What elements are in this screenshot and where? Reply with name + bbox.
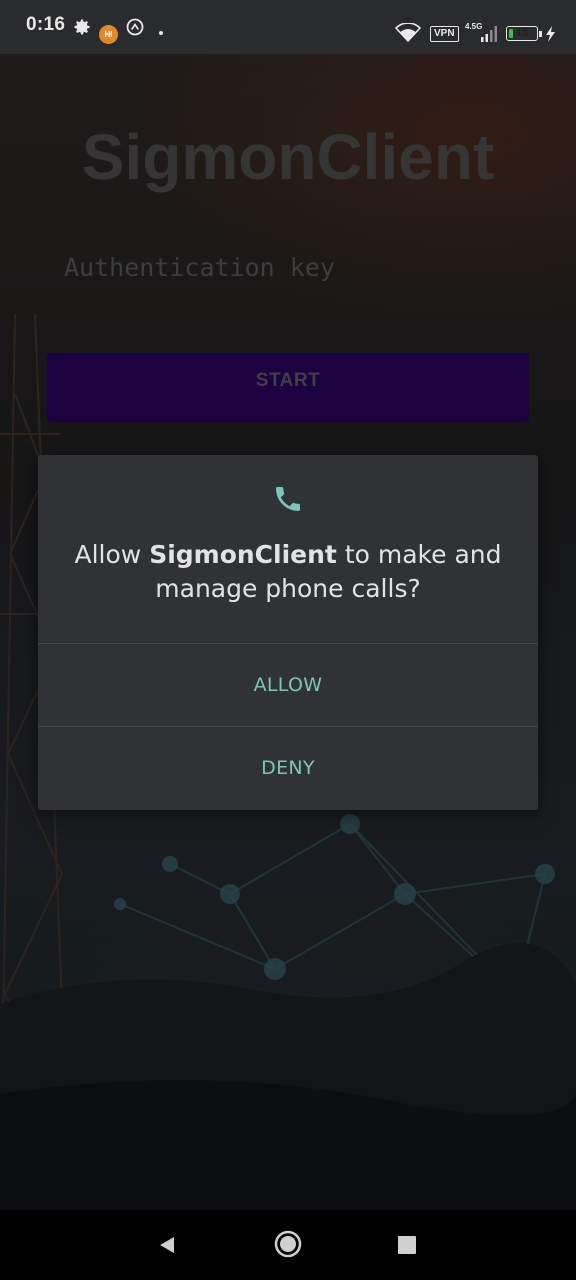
recents-icon[interactable] bbox=[398, 1236, 416, 1254]
back-icon[interactable] bbox=[156, 1234, 178, 1256]
battery-icon: 15 bbox=[506, 26, 538, 41]
nfc-icon bbox=[126, 18, 144, 36]
dialog-message-prefix: Allow bbox=[74, 540, 150, 569]
dot-icon bbox=[159, 31, 163, 35]
status-bar: 0:16 HI VPN 4.5G 15 bbox=[0, 0, 576, 54]
permission-dialog: Allow SigmonClient to make and manage ph… bbox=[38, 455, 538, 810]
phone-icon bbox=[276, 487, 300, 511]
vpn-icon: VPN bbox=[430, 26, 459, 42]
signal-icon bbox=[481, 26, 497, 42]
status-time: 0:16 bbox=[26, 14, 66, 35]
wifi-icon bbox=[395, 23, 421, 43]
allow-button[interactable]: ALLOW bbox=[38, 644, 538, 726]
charging-icon bbox=[546, 26, 555, 42]
deny-button[interactable]: DENY bbox=[38, 727, 538, 809]
gear-icon bbox=[74, 19, 90, 35]
battery-level: 15 bbox=[515, 27, 529, 39]
navigation-bar bbox=[0, 1210, 576, 1280]
battery-tip bbox=[539, 31, 542, 37]
dialog-app-name: SigmonClient bbox=[149, 540, 337, 569]
app-badge-icon: HI bbox=[99, 25, 118, 44]
dialog-message: Allow SigmonClient to make and manage ph… bbox=[58, 538, 518, 606]
home-icon[interactable] bbox=[274, 1230, 302, 1258]
